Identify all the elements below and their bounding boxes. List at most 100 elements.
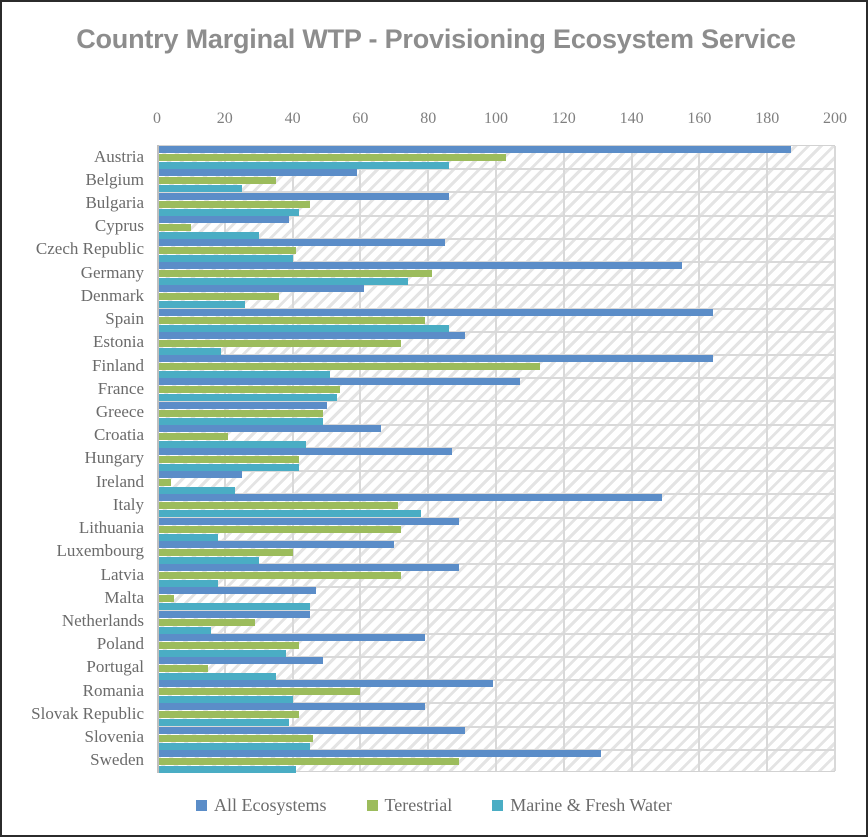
bar-marine-fresh-water[interactable] bbox=[157, 463, 300, 471]
bar-terestrial[interactable] bbox=[157, 502, 398, 510]
bar-all-ecosystems[interactable] bbox=[157, 331, 466, 339]
bar-all-ecosystems[interactable] bbox=[157, 238, 446, 246]
bar-marine-fresh-water[interactable] bbox=[157, 649, 286, 657]
bar-marine-fresh-water[interactable] bbox=[157, 231, 259, 239]
legend-label: Marine & Fresh Water bbox=[510, 795, 672, 815]
x-axis-tick-80: 80 bbox=[420, 110, 437, 127]
bar-marine-fresh-water[interactable] bbox=[157, 487, 235, 495]
bar-marine-fresh-water[interactable] bbox=[157, 556, 259, 564]
bar-marine-fresh-water[interactable] bbox=[157, 278, 408, 286]
bar-all-ecosystems[interactable] bbox=[157, 424, 381, 432]
bar-all-ecosystems[interactable] bbox=[157, 308, 713, 316]
bar-terestrial[interactable] bbox=[157, 455, 300, 463]
bar-terestrial[interactable] bbox=[157, 548, 293, 556]
bar-all-ecosystems[interactable] bbox=[157, 517, 459, 525]
bar-marine-fresh-water[interactable] bbox=[157, 301, 246, 309]
bar-all-ecosystems[interactable] bbox=[157, 656, 324, 664]
bar-all-ecosystems[interactable] bbox=[157, 703, 425, 711]
bar-terestrial[interactable] bbox=[157, 270, 432, 278]
category-label-greece: Greece bbox=[95, 402, 144, 422]
bar-marine-fresh-water[interactable] bbox=[157, 719, 290, 727]
category-label-sweden: Sweden bbox=[90, 750, 144, 770]
bar-all-ecosystems[interactable] bbox=[157, 749, 602, 757]
bar-marine-fresh-water[interactable] bbox=[157, 371, 330, 379]
bar-marine-fresh-water[interactable] bbox=[157, 696, 293, 704]
bar-all-ecosystems[interactable] bbox=[157, 680, 493, 688]
bar-all-ecosystems[interactable] bbox=[157, 447, 452, 455]
bar-marine-fresh-water[interactable] bbox=[157, 533, 219, 541]
bar-all-ecosystems[interactable] bbox=[157, 285, 364, 293]
bar-marine-fresh-water[interactable] bbox=[157, 765, 296, 773]
bar-terestrial[interactable] bbox=[157, 664, 208, 672]
bar-terestrial[interactable] bbox=[157, 386, 341, 394]
category-label-czech-republic: Czech Republic bbox=[35, 239, 144, 259]
bar-terestrial[interactable] bbox=[157, 293, 280, 301]
bar-marine-fresh-water[interactable] bbox=[157, 742, 310, 750]
category-label-slovenia: Slovenia bbox=[84, 727, 145, 747]
bar-marine-fresh-water[interactable] bbox=[157, 254, 293, 262]
x-axis-tick-0: 0 bbox=[153, 110, 161, 127]
bar-all-ecosystems[interactable] bbox=[157, 401, 327, 409]
category-label-estonia: Estonia bbox=[93, 332, 144, 352]
bar-terestrial[interactable] bbox=[157, 409, 324, 417]
bar-marine-fresh-water[interactable] bbox=[157, 626, 212, 634]
bar-all-ecosystems[interactable] bbox=[157, 564, 459, 572]
bar-terestrial[interactable] bbox=[157, 200, 310, 208]
bar-marine-fresh-water[interactable] bbox=[157, 417, 324, 425]
bar-all-ecosystems[interactable] bbox=[157, 215, 290, 223]
bar-terestrial[interactable] bbox=[157, 246, 296, 254]
bar-all-ecosystems[interactable] bbox=[157, 146, 791, 154]
bar-all-ecosystems[interactable] bbox=[157, 633, 425, 641]
bar-marine-fresh-water[interactable] bbox=[157, 510, 422, 518]
bar-terestrial[interactable] bbox=[157, 641, 300, 649]
chart-title: Country Marginal WTP - Provisioning Ecos… bbox=[76, 24, 796, 54]
bar-all-ecosystems[interactable] bbox=[157, 726, 466, 734]
bar-all-ecosystems[interactable] bbox=[157, 610, 310, 618]
bar-terestrial[interactable] bbox=[157, 525, 402, 533]
bar-terestrial[interactable] bbox=[157, 177, 276, 185]
bar-terestrial[interactable] bbox=[157, 432, 229, 440]
category-label-ireland: Ireland bbox=[95, 471, 144, 491]
bar-marine-fresh-water[interactable] bbox=[157, 208, 300, 216]
bar-terestrial[interactable] bbox=[157, 339, 402, 347]
bar-terestrial[interactable] bbox=[157, 479, 171, 487]
bar-all-ecosystems[interactable] bbox=[157, 169, 357, 177]
bar-marine-fresh-water[interactable] bbox=[157, 162, 449, 170]
bar-terestrial[interactable] bbox=[157, 757, 459, 765]
bar-terestrial[interactable] bbox=[157, 711, 300, 719]
bar-all-ecosystems[interactable] bbox=[157, 494, 663, 502]
legend-item-all-ecosystems[interactable]: All Ecosystems bbox=[196, 795, 327, 816]
bar-all-ecosystems[interactable] bbox=[157, 471, 242, 479]
bar-terestrial[interactable] bbox=[157, 595, 174, 603]
bar-terestrial[interactable] bbox=[157, 688, 361, 696]
bar-marine-fresh-water[interactable] bbox=[157, 347, 222, 355]
bar-marine-fresh-water[interactable] bbox=[157, 603, 310, 611]
bar-terestrial[interactable] bbox=[157, 154, 507, 162]
bar-marine-fresh-water[interactable] bbox=[157, 440, 307, 448]
bar-group bbox=[157, 749, 834, 773]
bar-marine-fresh-water[interactable] bbox=[157, 580, 219, 588]
legend-item-terestrial[interactable]: Terestrial bbox=[366, 795, 453, 816]
bar-terestrial[interactable] bbox=[157, 618, 256, 626]
bar-all-ecosystems[interactable] bbox=[157, 192, 449, 200]
bar-all-ecosystems[interactable] bbox=[157, 262, 683, 270]
legend-item-marine-fresh-water[interactable]: Marine & Fresh Water bbox=[492, 795, 672, 816]
bar-all-ecosystems[interactable] bbox=[157, 378, 520, 386]
bar-terestrial[interactable] bbox=[157, 316, 425, 324]
bar-marine-fresh-water[interactable] bbox=[157, 185, 242, 193]
bar-marine-fresh-water[interactable] bbox=[157, 394, 337, 402]
bar-all-ecosystems[interactable] bbox=[157, 540, 395, 548]
bar-all-ecosystems[interactable] bbox=[157, 587, 317, 595]
bar-marine-fresh-water[interactable] bbox=[157, 672, 276, 680]
category-label-latvia: Latvia bbox=[100, 564, 144, 584]
category-label-bulgaria: Bulgaria bbox=[85, 193, 144, 213]
legend-label: Terestrial bbox=[384, 795, 453, 815]
bar-marine-fresh-water[interactable] bbox=[157, 324, 449, 332]
bar-all-ecosystems[interactable] bbox=[157, 355, 713, 363]
bar-group bbox=[157, 238, 834, 262]
legend-label: All Ecosystems bbox=[214, 795, 327, 815]
bar-terestrial[interactable] bbox=[157, 572, 402, 580]
bar-terestrial[interactable] bbox=[157, 363, 541, 371]
bar-terestrial[interactable] bbox=[157, 734, 313, 742]
bar-terestrial[interactable] bbox=[157, 223, 191, 231]
